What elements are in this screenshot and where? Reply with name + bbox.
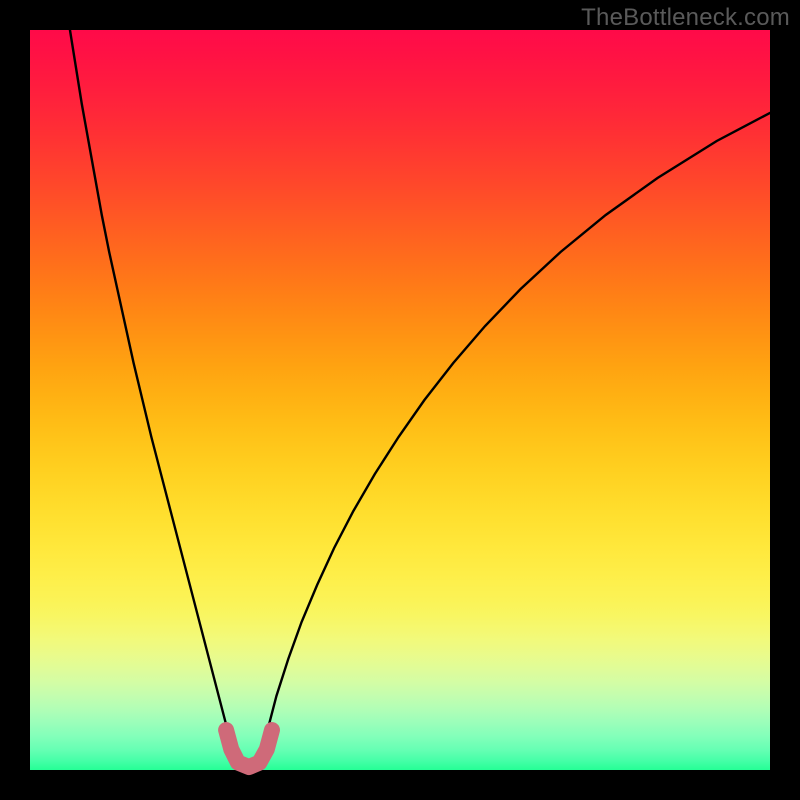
watermark-text: TheBottleneck.com <box>581 4 790 32</box>
chart-container: { "watermark": "TheBottleneck.com", "cha… <box>0 0 800 800</box>
bottleneck-chart <box>0 0 800 800</box>
plot-background <box>30 30 770 770</box>
